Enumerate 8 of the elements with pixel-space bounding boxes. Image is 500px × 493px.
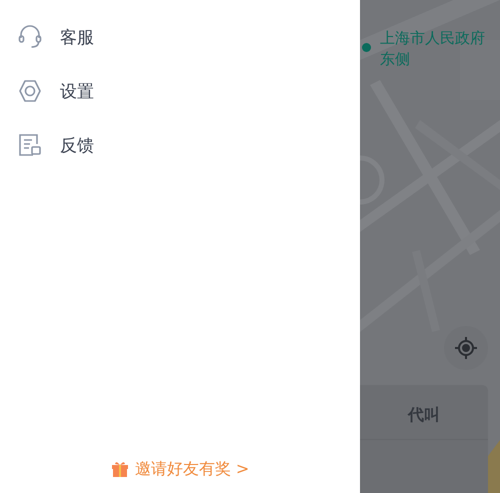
menu-item[interactable]: 设置 <box>60 80 94 102</box>
headset-icon <box>17 24 43 50</box>
gift-icon <box>110 460 129 478</box>
location-label: 上海市人民政府东侧 <box>380 28 486 70</box>
menu-item[interactable]: 客服 <box>60 26 94 48</box>
menu-item[interactable]: 反馈 <box>60 134 94 156</box>
target-icon <box>454 336 478 360</box>
document-icon <box>17 132 43 158</box>
